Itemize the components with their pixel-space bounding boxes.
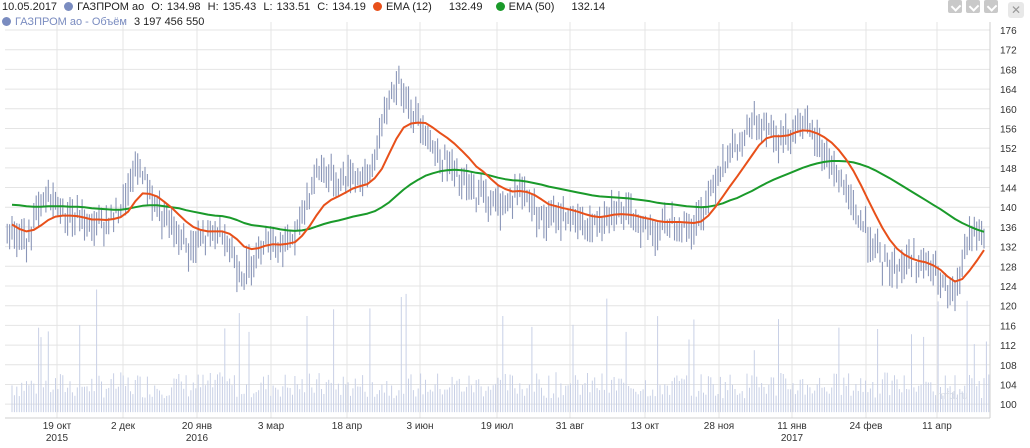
download-icon[interactable] bbox=[948, 0, 962, 13]
ema12-dot-icon bbox=[372, 2, 382, 11]
legend-series-name: ГАЗПРОМ ао bbox=[77, 1, 145, 13]
ema50-dot-icon bbox=[495, 2, 505, 11]
download-data-icon[interactable] bbox=[966, 0, 980, 13]
x-tick-label: 20 янв bbox=[182, 421, 212, 432]
legend-volume: ГАЗПРОМ ао - Объём 3 197 456 550 bbox=[2, 15, 208, 29]
y-tick-label: 132 bbox=[1000, 243, 1017, 254]
chart-toolbar bbox=[948, 0, 998, 13]
ema50-value: 132.14 bbox=[571, 1, 606, 13]
chart-panel: 176 172 168 164 160 156 152 148 144 140 136 132 128 1… bbox=[0, 0, 1030, 448]
x-tick-year: 2016 bbox=[186, 433, 209, 444]
y-tick-label: 104 bbox=[1000, 380, 1017, 391]
y-tick-label: 108 bbox=[1000, 361, 1017, 372]
close-label: C: bbox=[317, 1, 329, 13]
y-tick-label: 164 bbox=[1000, 85, 1017, 96]
x-tick-label: 19 окт bbox=[43, 421, 72, 432]
y-tick-label: 160 bbox=[1000, 105, 1017, 116]
y-tick-label: 152 bbox=[1000, 144, 1017, 155]
x-tick-label: 28 ноя bbox=[704, 421, 734, 432]
y-tick-label: 176 bbox=[1000, 26, 1017, 37]
export-icon[interactable] bbox=[984, 0, 998, 13]
y-tick-label: 100 bbox=[1000, 400, 1017, 411]
x-tick-year: 2017 bbox=[781, 433, 804, 444]
x-tick-label: 3 мар bbox=[258, 421, 285, 432]
low-value: 133.51 bbox=[276, 1, 311, 13]
ema12-value: 132.49 bbox=[448, 1, 483, 13]
y-tick-label: 140 bbox=[1000, 203, 1017, 214]
y-tick-label: 128 bbox=[1000, 262, 1017, 273]
high-label: H: bbox=[207, 1, 219, 13]
volume-dot-icon bbox=[2, 17, 11, 26]
y-tick-label: 116 bbox=[1000, 321, 1016, 332]
volume-value: 3 197 456 550 bbox=[133, 16, 205, 28]
open-value: 134.98 bbox=[166, 1, 201, 13]
open-label: O: bbox=[151, 1, 163, 13]
x-tick-label: 11 янв bbox=[777, 421, 806, 432]
y-tick-label: 172 bbox=[1000, 46, 1017, 57]
watermark: mfd.ru bbox=[936, 390, 968, 402]
ema50-label: EMA (50) bbox=[508, 1, 555, 13]
x-tick-label: 3 июн bbox=[407, 421, 434, 432]
x-tick-label: 2 дек bbox=[111, 421, 136, 432]
high-value: 135.43 bbox=[222, 1, 257, 13]
price-chart: 176 172 168 164 160 156 152 148 144 140 136 132 128 1… bbox=[5, 22, 1017, 444]
volume-label: ГАЗПРОМ ао - Объём bbox=[15, 16, 127, 28]
x-tick-label: 13 окт bbox=[631, 421, 660, 432]
y-tick-label: 112 bbox=[1000, 341, 1016, 352]
low-label: L: bbox=[263, 1, 273, 13]
legend-ohlc: 10.05.2017 ГАЗПРОМ ао O: 134.98 H: 135.43 … bbox=[2, 0, 609, 14]
y-tick-label: 156 bbox=[1000, 124, 1017, 135]
y-tick-label: 124 bbox=[1000, 282, 1017, 293]
x-tick-label: 24 фев bbox=[849, 420, 882, 432]
x-tick-label: 19 июл bbox=[481, 421, 514, 432]
x-tick-label: 18 апр bbox=[332, 421, 363, 432]
x-tick-label: 11 апр bbox=[922, 421, 952, 432]
series-dot-icon bbox=[64, 2, 74, 11]
y-tick-label: 136 bbox=[1000, 223, 1017, 234]
close-icon[interactable]: ✕ bbox=[1008, 2, 1024, 18]
close-value: 134.19 bbox=[332, 1, 366, 13]
y-tick-label: 168 bbox=[1000, 65, 1017, 76]
y-tick-label: 120 bbox=[1000, 302, 1017, 313]
x-tick-label: 31 авг bbox=[556, 421, 585, 432]
x-tick-year: 2015 bbox=[46, 433, 69, 444]
y-tick-label: 144 bbox=[1000, 184, 1017, 195]
legend-date: 10.05.2017 bbox=[2, 1, 58, 13]
ema12-label: EMA (12) bbox=[385, 1, 432, 13]
y-tick-label: 148 bbox=[1000, 164, 1017, 175]
